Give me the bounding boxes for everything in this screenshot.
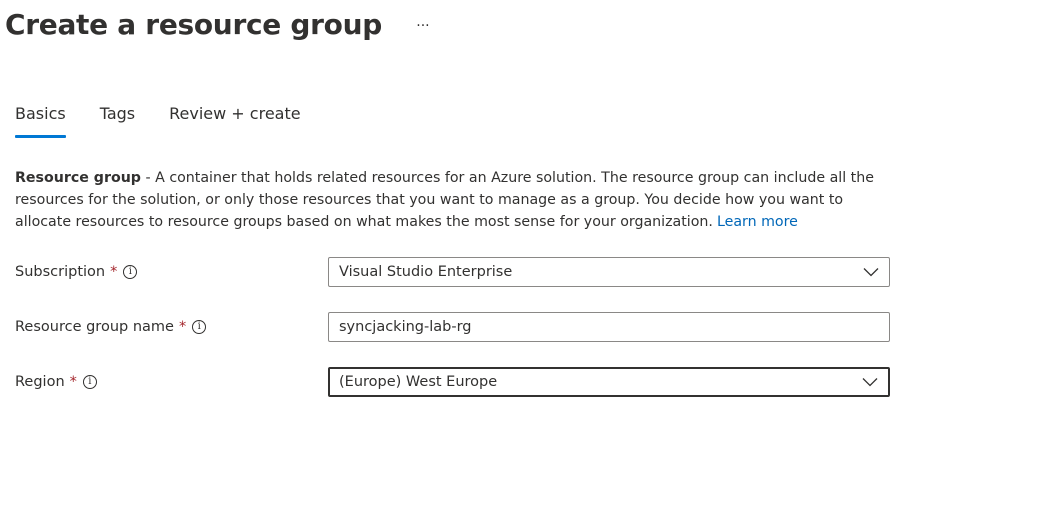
region-value: (Europe) West Europe xyxy=(339,374,498,390)
chevron-down-icon xyxy=(862,378,878,387)
page-header: Create a resource group ··· xyxy=(5,8,434,41)
info-icon[interactable]: i xyxy=(82,375,97,389)
region-row: Region * i (Europe) West Europe xyxy=(15,367,895,397)
subscription-row: Subscription * i Visual Studio Enterpris… xyxy=(15,257,895,287)
tab-bar: Basics Tags Review + create xyxy=(15,104,335,138)
chevron-down-icon xyxy=(863,268,879,277)
required-indicator: * xyxy=(69,374,77,390)
more-horizontal-icon: ··· xyxy=(416,17,430,34)
region-label-group: Region * i xyxy=(15,374,328,390)
resource-group-description: Resource group - A container that holds … xyxy=(15,167,895,233)
resource-group-name-input[interactable] xyxy=(328,312,890,342)
tab-review-create[interactable]: Review + create xyxy=(169,104,300,134)
resource-group-name-label-group: Resource group name * i xyxy=(15,319,328,335)
required-indicator: * xyxy=(178,319,187,335)
description-term: Resource group xyxy=(15,170,141,186)
resource-group-name-label: Resource group name xyxy=(15,319,174,335)
tab-tags[interactable]: Tags xyxy=(100,104,135,134)
more-options-button[interactable]: ··· xyxy=(412,15,434,37)
learn-more-link[interactable]: Learn more xyxy=(717,214,798,230)
region-label: Region xyxy=(15,374,65,390)
region-dropdown[interactable]: (Europe) West Europe xyxy=(328,367,890,397)
required-indicator: * xyxy=(110,264,118,280)
info-icon[interactable]: i xyxy=(123,265,138,279)
info-icon[interactable]: i xyxy=(192,320,207,334)
subscription-dropdown[interactable]: Visual Studio Enterprise xyxy=(328,257,890,287)
subscription-label: Subscription xyxy=(15,264,106,280)
resource-group-name-row: Resource group name * i xyxy=(15,312,895,342)
subscription-label-group: Subscription * i xyxy=(15,264,328,280)
page-title: Create a resource group xyxy=(5,8,382,41)
subscription-value: Visual Studio Enterprise xyxy=(339,264,513,280)
tab-basics[interactable]: Basics xyxy=(15,104,66,138)
